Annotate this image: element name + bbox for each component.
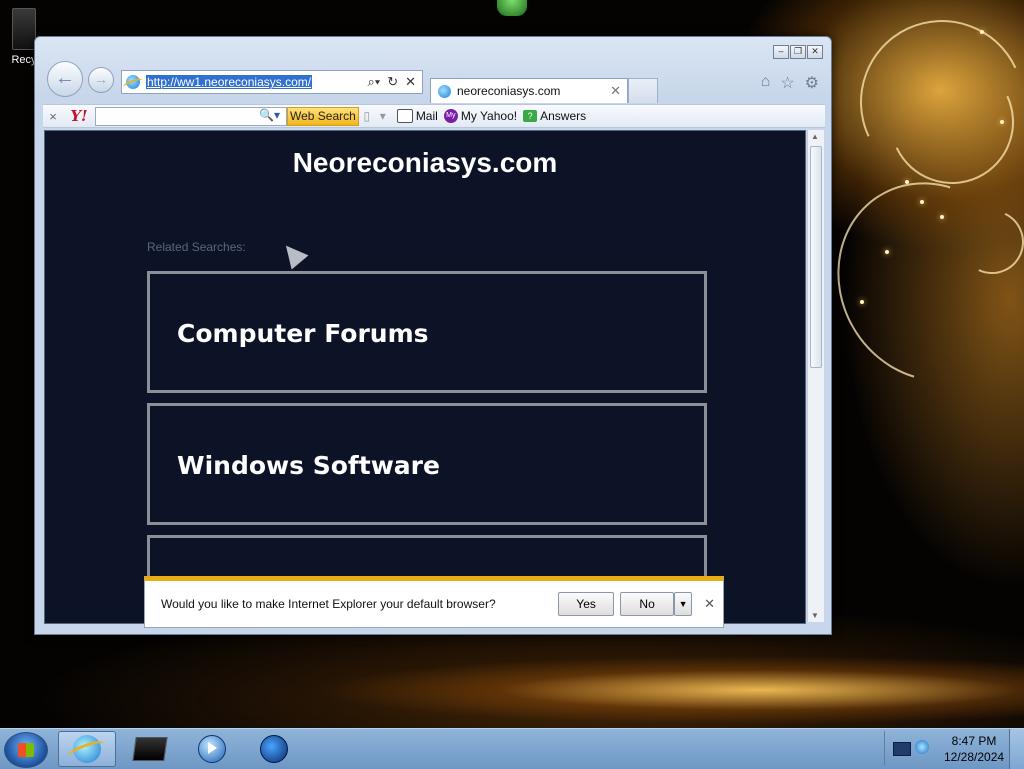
my-yahoo-icon: My (443, 109, 458, 123)
mouse-cursor-icon (277, 238, 309, 270)
favorites-star-icon[interactable]: ☆ (780, 73, 794, 93)
internet-explorer-icon (73, 735, 101, 763)
result-label: Windows Software (177, 451, 440, 480)
toolbar-close-icon[interactable]: × (43, 109, 63, 124)
close-button[interactable]: ✕ (807, 45, 823, 59)
taskbar-internet-explorer[interactable] (58, 731, 116, 767)
forward-button[interactable]: → (88, 67, 114, 93)
taskbar-clock[interactable]: 8:47 PM 12/28/2024 (944, 733, 1004, 765)
network-icon[interactable] (893, 742, 911, 756)
scroll-down-icon[interactable]: ▼ (811, 611, 819, 620)
folder-icon (132, 737, 168, 761)
tray-ie-icon[interactable] (915, 740, 929, 754)
address-url[interactable]: http://ww1.neoreconiasys.com/ (146, 75, 313, 89)
minimize-button[interactable]: – (773, 45, 789, 59)
scroll-up-icon[interactable]: ▲ (811, 132, 819, 141)
home-icon[interactable]: ⌂ (761, 73, 771, 93)
taskbar-media-player[interactable] (182, 731, 238, 765)
tab-title: neoreconiasys.com (457, 84, 561, 98)
toolbar-bookmark-icon[interactable]: ▯ (359, 109, 375, 123)
show-desktop-button[interactable] (1009, 729, 1024, 769)
result-link-windows-software[interactable]: Windows Software (147, 403, 707, 525)
stop-icon[interactable]: ✕ (405, 74, 416, 90)
system-tray (884, 731, 945, 765)
tab-neoreconiasys[interactable]: neoreconiasys.com ✕ (430, 78, 628, 103)
related-searches-label: Related Searches: (147, 240, 246, 254)
taskbar: 8:47 PM 12/28/2024 (0, 728, 1024, 769)
clock-time: 8:47 PM (951, 734, 997, 748)
notification-close-icon[interactable]: ✕ (704, 596, 715, 612)
wallpaper-gem (497, 0, 527, 16)
mail-icon (396, 109, 413, 123)
window-controls: – ❐ ✕ (773, 45, 823, 59)
recycle-bin-label: Recy (11, 54, 37, 66)
no-options-dropdown-icon[interactable]: ▼ (674, 592, 693, 616)
address-tools: ⌕▾ ↻ ✕ (367, 74, 422, 90)
my-yahoo-label: My Yahoo! (460, 109, 518, 123)
clock-date: 12/28/2024 (944, 750, 1005, 764)
tab-close-icon[interactable]: ✕ (610, 83, 621, 99)
globe-icon (260, 735, 288, 763)
taskbar-windows-explorer[interactable] (120, 731, 176, 765)
windows-logo-icon (18, 743, 34, 757)
new-tab-button[interactable] (628, 78, 658, 103)
default-browser-notification: Would you like to make Internet Explorer… (144, 576, 724, 628)
notification-message: Would you like to make Internet Explorer… (161, 597, 496, 611)
tools-gear-icon[interactable]: ⚙ (805, 73, 819, 93)
yahoo-toolbar: × Y! 🔍▾ Web Search ▯ ▾ Mail My My Yahoo!… (43, 104, 825, 128)
yahoo-search-input[interactable]: 🔍▾ (95, 106, 287, 126)
taskbar-globe-app[interactable] (244, 731, 300, 765)
search-icon[interactable]: ⌕▾ (367, 74, 380, 90)
web-search-button[interactable]: Web Search (287, 106, 359, 126)
result-link-computer-forums[interactable]: Computer Forums (147, 271, 707, 393)
answers-link[interactable]: ? Answers (523, 109, 586, 123)
answers-label: Answers (540, 109, 587, 123)
answers-icon: ? (523, 110, 538, 122)
scroll-thumb[interactable] (810, 146, 822, 368)
restore-button[interactable]: ❐ (790, 45, 806, 59)
page-scrollbar[interactable]: ▲ ▼ (807, 130, 824, 622)
back-button[interactable]: ← (47, 61, 83, 97)
tab-ie-icon (438, 84, 451, 98)
yes-button[interactable]: Yes (558, 592, 615, 616)
yahoo-logo[interactable]: Y! (63, 107, 95, 125)
page-title: Neoreconiasys.com (292, 147, 558, 178)
refresh-icon[interactable]: ↻ (387, 74, 398, 90)
browser-right-icons: ⌂ ☆ ⚙ (761, 73, 819, 93)
mail-label: Mail (415, 109, 438, 123)
address-bar[interactable]: http://ww1.neoreconiasys.com/ ⌕▾ ↻ ✕ (121, 70, 423, 94)
recycle-bin-icon (12, 8, 36, 50)
result-label: Computer Forums (177, 319, 429, 348)
browser-window: – ❐ ✕ ← → http://ww1.neoreconiasys.com/ … (34, 36, 832, 635)
my-yahoo-link[interactable]: My My Yahoo! (443, 109, 518, 123)
start-button[interactable] (4, 732, 48, 768)
ie-page-icon (126, 75, 140, 89)
toolbar-dropdown-icon[interactable]: ▾ (375, 109, 391, 123)
mail-link[interactable]: Mail (396, 109, 438, 123)
page-content: Neoreconiasys.com Related Searches: Comp… (44, 130, 806, 624)
no-button[interactable]: No (620, 592, 675, 616)
search-magnifier-icon[interactable]: 🔍▾ (259, 108, 280, 122)
